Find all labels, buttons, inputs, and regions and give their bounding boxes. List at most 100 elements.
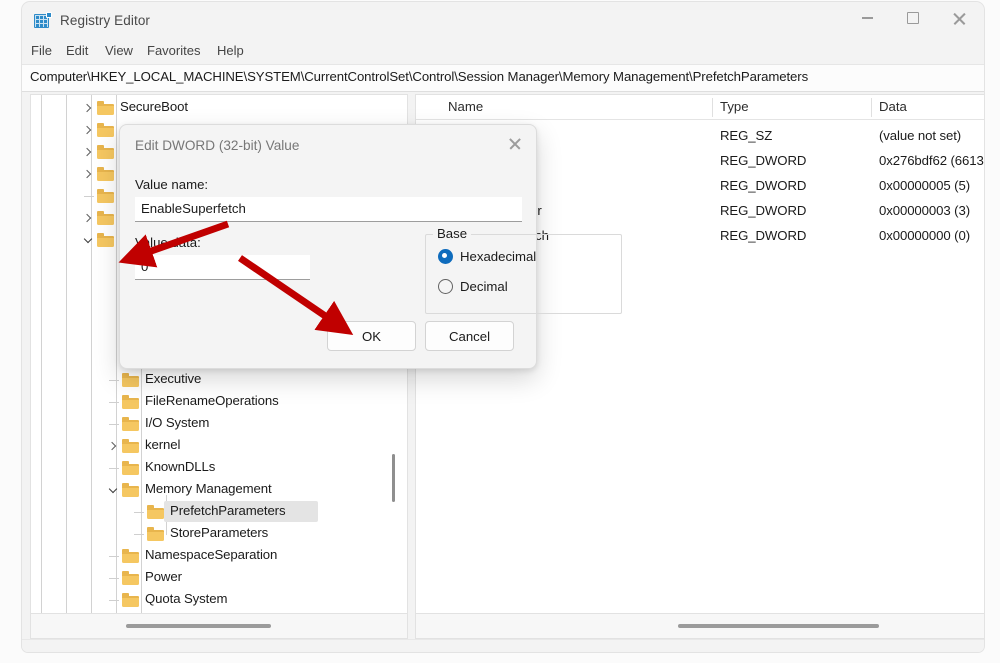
folder-icon [122,439,139,453]
value-name-text: EnableSuperfetch [141,201,246,216]
chevron-down-icon[interactable] [105,479,121,501]
maximize-button[interactable] [890,2,936,34]
radio-hexadecimal[interactable] [438,249,453,264]
window-title: Registry Editor [60,13,151,28]
folder-icon [122,571,139,585]
list-header: Name Type Data [416,95,984,120]
menu-item-favorites[interactable]: Favorites [147,43,200,61]
chevron-right-icon[interactable] [80,97,96,119]
tree-item[interactable]: Memory Management [31,479,407,501]
base-group-label: Base [433,226,472,241]
address-path: Computer\HKEY_LOCAL_MACHINE\SYSTEM\Curre… [30,69,809,84]
column-divider-1[interactable] [712,98,713,117]
base-groupbox [425,234,622,314]
folder-icon [122,373,139,387]
close-button[interactable] [936,2,982,34]
tree-item[interactable]: StoreParameters [31,523,407,545]
tree-guide-tick [109,578,119,579]
folder-icon [147,527,164,541]
edit-dword-dialog: Edit DWORD (32-bit) Value Value name: En… [119,124,622,369]
folder-icon [97,211,114,225]
radio-decimal-label[interactable]: Decimal [460,279,508,294]
folder-icon [122,549,139,563]
ok-button[interactable]: OK [327,321,416,351]
folder-icon [97,145,114,159]
chevron-right-icon[interactable] [80,207,96,229]
tree-item[interactable]: Quota System [31,589,407,611]
tree-item-label: Memory Management [145,481,272,496]
tree-horizontal-scrollbar[interactable] [30,614,408,639]
registry-editor-icon [34,12,52,29]
folder-icon [97,189,114,203]
column-divider-2[interactable] [871,98,872,117]
list-cell-type: REG_DWORD [720,178,807,193]
list-horizontal-scrollbar[interactable] [415,614,984,639]
tree-item[interactable]: KnownDLLs [31,457,407,479]
tree-item[interactable]: Executive [31,369,407,391]
menu-bar: File Edit View Favorites Help [22,40,984,64]
menu-item-edit[interactable]: Edit [66,43,88,61]
tree-item-label: FileRenameOperations [145,393,279,408]
chevron-right-icon[interactable] [105,435,121,457]
dialog-close-button[interactable] [500,130,530,156]
tree-item-label: Executive [145,371,202,386]
folder-icon [122,461,139,475]
value-name-label: Value name: [135,177,209,192]
list-cell-type: REG_SZ [720,128,773,143]
tree-item[interactable]: Power [31,567,407,589]
status-bar [22,639,984,652]
chevron-right-icon[interactable] [80,163,96,185]
column-header-name[interactable]: Name [448,99,483,114]
address-bar[interactable]: Computer\HKEY_LOCAL_MACHINE\SYSTEM\Curre… [22,65,984,91]
tree-item[interactable]: FileRenameOperations [31,391,407,413]
tree-scroll-thumb[interactable] [392,454,395,502]
minimize-button[interactable] [844,2,890,34]
radio-decimal[interactable] [438,279,453,294]
list-cell-data: (value not set) [879,128,962,143]
tree-item-label: PrefetchParameters [170,503,286,518]
column-header-data[interactable]: Data [879,99,907,114]
tree-item-label: SecureBoot [120,99,188,114]
tree-item[interactable]: PrefetchParameters [31,501,407,523]
folder-icon [147,505,164,519]
title-bar: Registry Editor [22,2,984,40]
tree-item[interactable]: I/O System [31,413,407,435]
folder-icon [97,123,114,137]
menu-item-help[interactable]: Help [217,43,244,61]
chevron-right-icon[interactable] [80,119,96,141]
cancel-button[interactable]: Cancel [425,321,514,351]
list-hscroll-thumb[interactable] [678,624,879,628]
value-data-label: Value data: [135,235,201,250]
folder-icon [97,167,114,181]
tree-item[interactable]: kernel [31,435,407,457]
chevron-right-icon[interactable] [80,141,96,163]
folder-icon [122,483,139,497]
addressbar-divider [22,91,984,92]
menu-item-view[interactable]: View [105,43,133,61]
tree-item-label: StoreParameters [170,525,269,540]
tree-item-label: Power [145,569,182,584]
folder-icon [122,593,139,607]
value-name-input[interactable]: EnableSuperfetch [135,197,522,222]
value-data-text: 0 [141,259,149,274]
tree-item-label: I/O System [145,415,210,430]
tree-guide-tick [134,512,144,513]
tree-item-label: NamespaceSeparation [145,547,278,562]
menu-item-file[interactable]: File [31,43,52,61]
list-cell-data: 0x00000003 (3) [879,203,970,218]
value-data-input[interactable]: 0 [135,255,310,280]
list-cell-data: 0x00000000 (0) [879,228,970,243]
screen-root: Registry Editor File Edit View Favorites… [0,0,1000,663]
tree-hscroll-thumb[interactable] [126,624,271,628]
tree-guide-tick [109,424,119,425]
column-header-type[interactable]: Type [720,99,749,114]
tree-item-label: kernel [145,437,181,452]
list-cell-type: REG_DWORD [720,203,807,218]
tree-guide-tick [109,556,119,557]
dialog-title: Edit DWORD (32-bit) Value [135,138,300,153]
chevron-down-icon[interactable] [80,229,96,251]
tree-item-label: Quota System [145,591,228,606]
tree-item[interactable]: SecureBoot [31,97,407,119]
tree-item[interactable]: NamespaceSeparation [31,545,407,567]
radio-hexadecimal-label[interactable]: Hexadecimal [460,249,536,264]
